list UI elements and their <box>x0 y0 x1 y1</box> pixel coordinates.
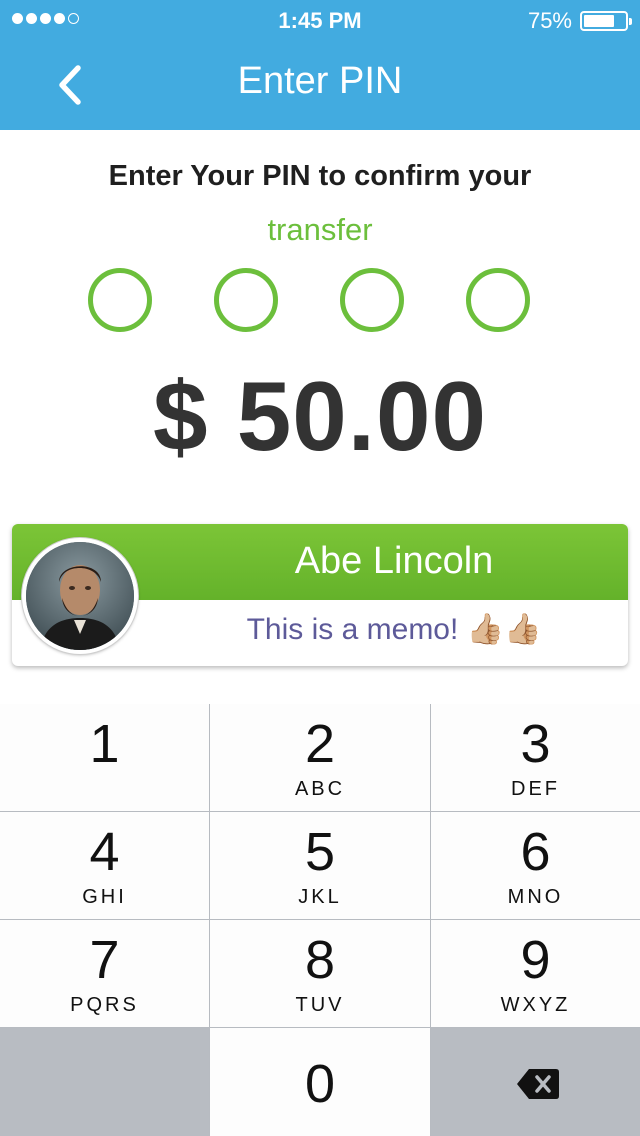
pin-prompt-accent: transfer <box>267 212 373 247</box>
pin-dot <box>88 268 152 332</box>
key-7[interactable]: 7 PQRS <box>0 920 209 1027</box>
recipient-card: Abe Lincoln This is a memo! 👍🏼👍🏼 <box>12 524 628 666</box>
key-2[interactable]: 2 ABC <box>210 704 430 811</box>
header-bar: 1:45 PM 75% Enter PIN <box>0 0 640 130</box>
pin-prompt: Enter Your PIN to confirm your <box>108 160 532 192</box>
key-8[interactable]: 8 TUV <box>210 920 430 1027</box>
transfer-amount: $ 50.00 <box>153 361 487 471</box>
portrait-image <box>26 542 134 650</box>
page-title: Enter PIN <box>237 60 403 102</box>
pin-indicator <box>88 268 532 332</box>
battery-icon <box>580 11 632 31</box>
avatar <box>22 538 138 654</box>
key-3[interactable]: 3 DEF <box>431 704 640 811</box>
key-6[interactable]: 6 MNO <box>431 812 640 919</box>
key-5[interactable]: 5 JKL <box>210 812 430 919</box>
pin-dot <box>214 268 278 332</box>
key-blank <box>0 1028 209 1136</box>
nav-bar: Enter PIN <box>0 40 640 130</box>
recipient-name: Abe Lincoln <box>294 540 494 582</box>
backspace-icon <box>517 1069 559 1099</box>
memo-text: This is a memo! 👍🏼👍🏼 <box>246 613 542 646</box>
delete-button[interactable] <box>431 1028 640 1136</box>
key-4[interactable]: 4 GHI <box>0 812 209 919</box>
key-0[interactable]: 0 <box>210 1028 430 1136</box>
battery-percent: 75% <box>527 8 572 33</box>
key-9[interactable]: 9 WXYZ <box>431 920 640 1027</box>
status-bar: 1:45 PM 75% <box>0 0 640 40</box>
key-1[interactable]: 1 <box>0 704 209 811</box>
pin-dot <box>340 268 404 332</box>
numeric-keypad: 1 2 ABC 3 DEF 4 GHI 5 JKL 6 MNO 7 PQRS 8… <box>0 704 640 1136</box>
pin-dot <box>466 268 530 332</box>
